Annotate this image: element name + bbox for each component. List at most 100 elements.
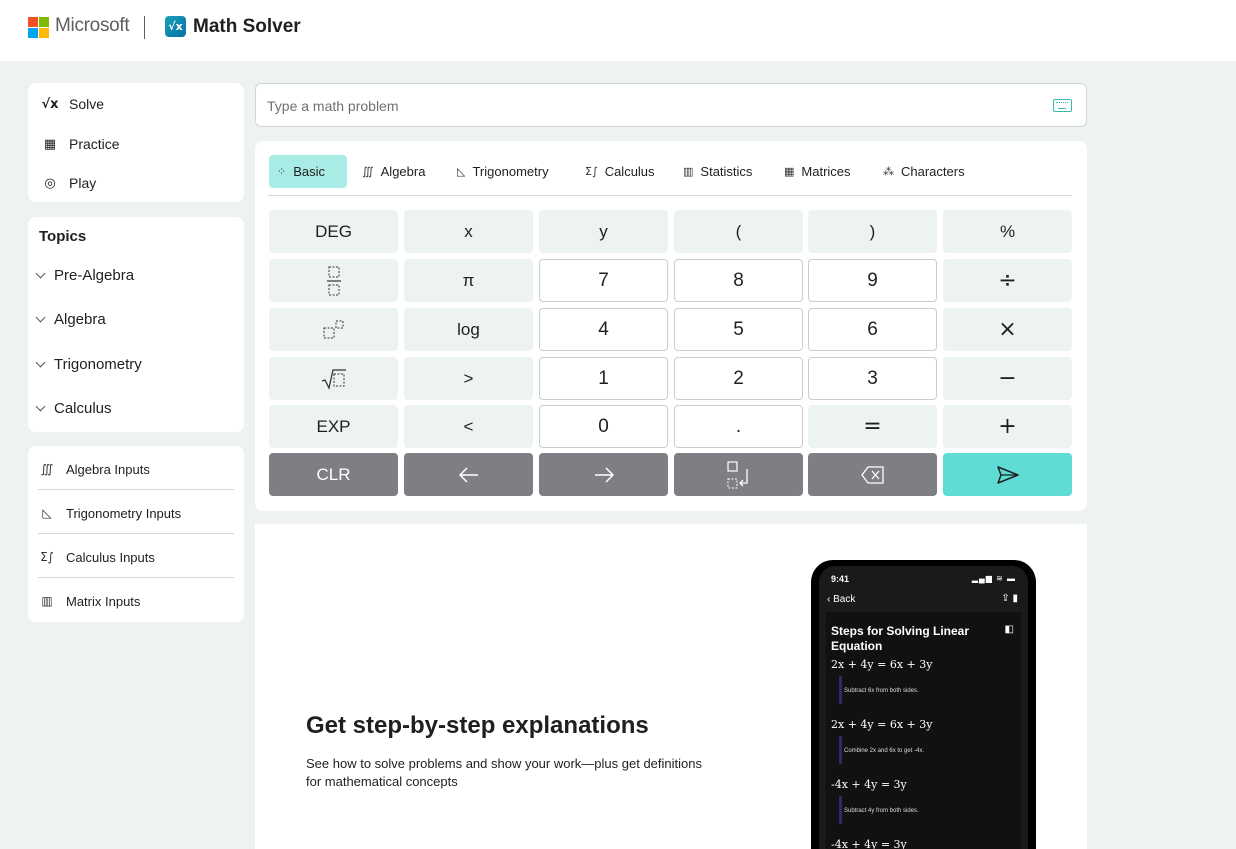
tab-basic[interactable]: ⁘ Basic bbox=[269, 155, 347, 188]
matrix-icon: ▥ bbox=[41, 594, 53, 608]
link-calculus-inputs[interactable]: Σ∫ Calculus Inputs bbox=[38, 535, 234, 579]
promo-section: Get step-by-step explanations See how to… bbox=[255, 524, 1087, 849]
phone-steps-title: Steps for Solving Linear Equation bbox=[831, 624, 970, 653]
key-1[interactable]: 1 bbox=[539, 357, 668, 400]
topic-calculus[interactable]: Calculus bbox=[36, 397, 112, 419]
divider bbox=[38, 489, 234, 490]
math-problem-input[interactable] bbox=[267, 94, 1027, 118]
key-0[interactable]: 0 bbox=[539, 405, 668, 448]
practice-icon: ▦ bbox=[43, 136, 57, 152]
promo-description: See how to solve problems and show your … bbox=[306, 756, 702, 789]
key-backspace[interactable] bbox=[808, 453, 937, 496]
chevron-down-icon bbox=[36, 359, 46, 369]
key-x[interactable]: x bbox=[404, 210, 533, 253]
key-solve-send[interactable] bbox=[943, 453, 1072, 496]
topic-pre-algebra[interactable]: Pre-Algebra bbox=[36, 264, 134, 286]
phone-step-bar bbox=[839, 676, 842, 704]
topic-label: Algebra bbox=[54, 310, 106, 328]
chevron-down-icon bbox=[36, 270, 46, 280]
tab-matrices[interactable]: ▦ Matrices bbox=[776, 155, 859, 188]
link-algebra-inputs[interactable]: ∭ Algebra Inputs bbox=[38, 447, 234, 491]
key-minus[interactable]: − bbox=[943, 357, 1072, 400]
topic-trigonometry[interactable]: Trigonometry bbox=[36, 353, 142, 375]
key-greater-than[interactable]: > bbox=[404, 357, 533, 400]
main-nav: √x Solve ▦ Practice ◎ Play bbox=[28, 83, 244, 202]
key-plus[interactable]: + bbox=[943, 405, 1072, 448]
phone-share-bookmark-icon: ⇪ ▮ bbox=[1001, 593, 1018, 604]
key-equals[interactable]: = bbox=[808, 405, 937, 448]
key-new-line[interactable] bbox=[674, 453, 803, 496]
key-pi[interactable]: π bbox=[404, 259, 533, 302]
keyboard-icon[interactable] bbox=[1053, 99, 1072, 112]
tab-characters[interactable]: ⁂ Characters bbox=[875, 155, 973, 188]
key-multiply[interactable]: × bbox=[943, 308, 1072, 351]
arrow-right-icon bbox=[594, 466, 614, 483]
divider bbox=[38, 577, 234, 578]
microsoft-logo-icon[interactable] bbox=[28, 17, 49, 38]
key-less-than[interactable]: < bbox=[404, 405, 533, 448]
key-percent[interactable]: % bbox=[943, 210, 1072, 253]
key-divide[interactable]: ÷ bbox=[943, 259, 1072, 302]
tab-trigonometry[interactable]: ◺ Trigonometry bbox=[449, 155, 557, 188]
send-icon bbox=[996, 465, 1019, 484]
link-label: Matrix Inputs bbox=[66, 593, 141, 609]
algebra-icon: ∭ bbox=[362, 165, 374, 178]
key-decimal[interactable]: . bbox=[674, 405, 803, 448]
key-cursor-right[interactable] bbox=[539, 453, 668, 496]
phone-time: 9:41 bbox=[831, 574, 850, 584]
key-8[interactable]: 8 bbox=[674, 259, 803, 302]
key-3[interactable]: 3 bbox=[808, 357, 937, 400]
microsoft-brand[interactable]: Microsoft bbox=[55, 15, 130, 37]
nav-item-label: Practice bbox=[69, 136, 120, 152]
key-5[interactable]: 5 bbox=[674, 308, 803, 351]
calculus-icon: Σ∫ bbox=[40, 550, 54, 564]
app-title[interactable]: Math Solver bbox=[193, 16, 301, 38]
topic-algebra[interactable]: Algebra bbox=[36, 308, 106, 330]
tab-label: Matrices bbox=[801, 164, 851, 179]
key-left-paren[interactable]: ( bbox=[674, 210, 803, 253]
calculator-panel: ⁘ Basic ∭ Algebra ◺ Trigonometry Σ∫ Calc… bbox=[255, 141, 1087, 511]
key-9[interactable]: 9 bbox=[808, 259, 937, 302]
fraction-icon bbox=[326, 266, 341, 295]
link-trigonometry-inputs[interactable]: ◺ Trigonometry Inputs bbox=[38, 491, 234, 535]
key-7[interactable]: 7 bbox=[539, 259, 668, 302]
triangle-icon: ◺ bbox=[457, 165, 466, 178]
key-fraction[interactable] bbox=[269, 259, 398, 302]
key-square-root[interactable] bbox=[269, 357, 398, 400]
nav-item-practice[interactable]: ▦ Practice bbox=[41, 134, 120, 154]
top-header: Microsoft √x Math Solver bbox=[0, 0, 1236, 61]
phone-status-icons: ▂▄▆ ≋ ▬ bbox=[971, 574, 1016, 583]
key-right-paren[interactable]: ) bbox=[808, 210, 937, 253]
key-exp[interactable]: EXP bbox=[269, 405, 398, 448]
tab-statistics[interactable]: ▥ Statistics bbox=[675, 155, 760, 188]
key-clear[interactable]: CLR bbox=[269, 453, 398, 496]
nav-item-play[interactable]: ◎ Play bbox=[41, 173, 96, 193]
arrow-left-icon bbox=[458, 466, 478, 483]
tab-label: Algebra bbox=[380, 164, 426, 179]
algebra-icon: ∭ bbox=[40, 462, 54, 476]
key-6[interactable]: 6 bbox=[808, 308, 937, 351]
gamepad-icon: ◎ bbox=[44, 175, 56, 191]
basic-icon: ⁘ bbox=[277, 165, 287, 178]
key-exponent[interactable] bbox=[269, 308, 398, 351]
phone-step-bar bbox=[839, 796, 842, 824]
tab-algebra[interactable]: ∭ Algebra bbox=[354, 155, 433, 188]
matrix-icon: ▦ bbox=[784, 165, 795, 178]
tab-label: Characters bbox=[901, 164, 965, 179]
key-2[interactable]: 2 bbox=[674, 357, 803, 400]
phone-equation: -4x + 4y = 3y bbox=[831, 778, 907, 791]
tab-calculus[interactable]: Σ∫ Calculus bbox=[577, 155, 663, 188]
key-4[interactable]: 4 bbox=[539, 308, 668, 351]
nav-item-label: Play bbox=[69, 175, 97, 191]
nav-item-solve[interactable]: √x Solve bbox=[41, 94, 104, 114]
link-matrix-inputs[interactable]: ▥ Matrix Inputs bbox=[38, 579, 234, 623]
key-deg[interactable]: DEG bbox=[269, 210, 398, 253]
tab-label: Basic bbox=[293, 164, 326, 179]
key-log[interactable]: log bbox=[404, 308, 533, 351]
math-problem-search bbox=[255, 83, 1087, 127]
phone-mockup-image: 9:41 ▂▄▆ ≋ ▬ ‹ Back ⇪ ▮ Steps for Solvin… bbox=[811, 560, 1036, 849]
key-cursor-left[interactable] bbox=[404, 453, 533, 496]
chevron-down-icon bbox=[36, 403, 46, 413]
tab-label: Statistics bbox=[700, 164, 753, 179]
key-y[interactable]: y bbox=[539, 210, 668, 253]
